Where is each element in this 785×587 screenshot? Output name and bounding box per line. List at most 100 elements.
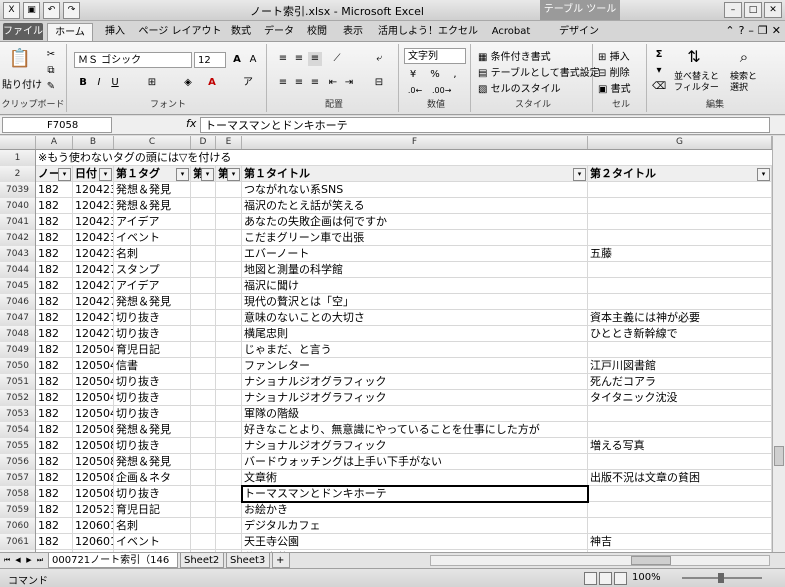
table-cell[interactable]: 182 [36, 294, 73, 310]
table-cell[interactable]: 120508 [73, 454, 114, 470]
percent-icon[interactable]: % [428, 68, 442, 82]
tab-design[interactable]: デザイン [556, 23, 602, 40]
align-right-icon[interactable]: ≡ [308, 76, 322, 90]
table-cell[interactable]: 182 [36, 310, 73, 326]
row-header[interactable]: 7045 [0, 278, 36, 294]
comma-icon[interactable]: , [448, 68, 462, 82]
table-cell[interactable] [191, 438, 216, 454]
row-header[interactable]: 7059 [0, 502, 36, 518]
align-bottom-icon[interactable]: ≡ [308, 52, 322, 66]
tab-file[interactable]: ファイル [3, 23, 43, 40]
formula-input[interactable]: トーマスマンとドンキホーテ [200, 117, 770, 133]
row-header[interactable]: 7043 [0, 246, 36, 262]
cell-styles-button[interactable]: ▧ セルのスタイル [478, 80, 561, 95]
table-cell[interactable] [588, 214, 772, 230]
table-cell[interactable]: 182 [36, 262, 73, 278]
table-cell[interactable]: 120504 [73, 358, 114, 374]
table-cell[interactable] [216, 502, 242, 518]
table-cell[interactable] [588, 406, 772, 422]
table-cell[interactable]: 出版不況は文章の貧困 [588, 470, 772, 486]
tab-view[interactable]: 表示 [338, 23, 368, 40]
table-cell[interactable] [191, 342, 216, 358]
table-cell[interactable]: 軍隊の階級 [242, 406, 588, 422]
sheet-tab-3[interactable]: Sheet3 [226, 553, 270, 568]
insert-sheet-icon[interactable]: + [272, 553, 290, 568]
table-cell[interactable] [216, 198, 242, 214]
find-select-icon[interactable]: ⌕ [732, 46, 756, 68]
table-cell[interactable]: 発想＆発見 [114, 454, 191, 470]
table-cell[interactable]: 現代の贅沢とは「空」 [242, 294, 588, 310]
table-cell[interactable] [191, 390, 216, 406]
row-header[interactable]: 7041 [0, 214, 36, 230]
table-cell[interactable]: 182 [36, 390, 73, 406]
table-cell[interactable] [588, 454, 772, 470]
table-cell[interactable]: アイデア [114, 278, 191, 294]
table-cell[interactable]: 182 [36, 406, 73, 422]
table-cell[interactable]: 増える写真 [588, 438, 772, 454]
select-all-corner[interactable] [0, 136, 36, 149]
table-cell[interactable] [216, 214, 242, 230]
cut-icon[interactable]: ✂ [44, 48, 58, 62]
table-header-cell[interactable]: 第２タイトル ▾ [588, 166, 772, 182]
align-top-icon[interactable]: ≡ [276, 52, 290, 66]
table-cell[interactable] [216, 422, 242, 438]
table-cell[interactable] [588, 182, 772, 198]
table-header-cell[interactable]: 第 ▾ [191, 166, 216, 182]
row-header[interactable]: 7040 [0, 198, 36, 214]
table-cell[interactable] [191, 310, 216, 326]
table-cell[interactable]: イベント [114, 230, 191, 246]
collapse-ribbon-icon[interactable]: ⌃ [725, 24, 734, 37]
format-painter-icon[interactable]: ✎ [44, 80, 58, 94]
row-header[interactable]: 1 [0, 150, 36, 166]
table-cell[interactable]: 182 [36, 278, 73, 294]
table-cell[interactable]: ナショナルジオグラフィック [242, 374, 588, 390]
table-cell[interactable]: 育児日記 [114, 342, 191, 358]
table-cell[interactable] [191, 502, 216, 518]
table-cell[interactable] [216, 262, 242, 278]
orientation-icon[interactable]: ⟋ [328, 52, 346, 66]
table-cell[interactable]: 120427 [73, 278, 114, 294]
table-cell[interactable] [191, 470, 216, 486]
note-cell[interactable]: ※もう使わないタグの頭には▽を付ける [36, 150, 588, 166]
mini-minimize-icon[interactable]: – [748, 24, 754, 37]
font-name-select[interactable]: ＭＳ ゴシック [74, 52, 192, 68]
align-center-icon[interactable]: ≡ [292, 76, 306, 90]
row-header[interactable]: 7056 [0, 454, 36, 470]
table-cell[interactable]: 120427 [73, 262, 114, 278]
row-header[interactable]: 7039 [0, 182, 36, 198]
table-cell[interactable]: 五藤 [588, 246, 772, 262]
delete-cells-button[interactable]: ⊟ 削除 [598, 64, 630, 79]
row-header[interactable]: 7044 [0, 262, 36, 278]
table-cell[interactable]: 発想＆発見 [114, 294, 191, 310]
table-cell[interactable] [191, 406, 216, 422]
table-cell[interactable] [588, 230, 772, 246]
row-header[interactable]: 7057 [0, 470, 36, 486]
conditional-format-button[interactable]: ▦ 条件付き書式 [478, 48, 551, 63]
close-icon[interactable]: ✕ [764, 2, 782, 18]
table-cell[interactable]: 切り抜き [114, 486, 191, 502]
table-cell[interactable]: あなたの失敗企画は何ですか [242, 214, 588, 230]
excel-icon[interactable]: X [3, 2, 20, 19]
table-cell[interactable]: 福沢のたとえ話が笑える [242, 198, 588, 214]
decrease-indent-icon[interactable]: ⇤ [326, 76, 340, 90]
find-select-button[interactable]: 検索と 選択 [730, 72, 757, 94]
table-cell[interactable]: ファンレター [242, 358, 588, 374]
table-cell[interactable] [191, 518, 216, 534]
table-cell[interactable]: 120423 [73, 230, 114, 246]
font-color-icon[interactable]: A [204, 76, 220, 90]
table-cell[interactable]: 182 [36, 534, 73, 550]
horizontal-scrollbar[interactable] [430, 555, 770, 566]
table-cell[interactable]: 発想＆発見 [114, 422, 191, 438]
mini-close-icon[interactable]: ✕ [772, 24, 781, 37]
maximize-icon[interactable]: □ [744, 2, 762, 18]
table-cell[interactable] [588, 502, 772, 518]
table-cell[interactable] [191, 246, 216, 262]
table-cell[interactable] [588, 486, 772, 502]
tab-insert[interactable]: 挿入 [98, 23, 132, 40]
table-cell[interactable]: 120508 [73, 470, 114, 486]
table-cell[interactable] [588, 294, 772, 310]
table-cell[interactable] [216, 230, 242, 246]
table-cell[interactable]: 企画＆ネタ [114, 470, 191, 486]
row-header[interactable]: 7054 [0, 422, 36, 438]
first-sheet-icon[interactable]: ⏮ [2, 555, 12, 566]
